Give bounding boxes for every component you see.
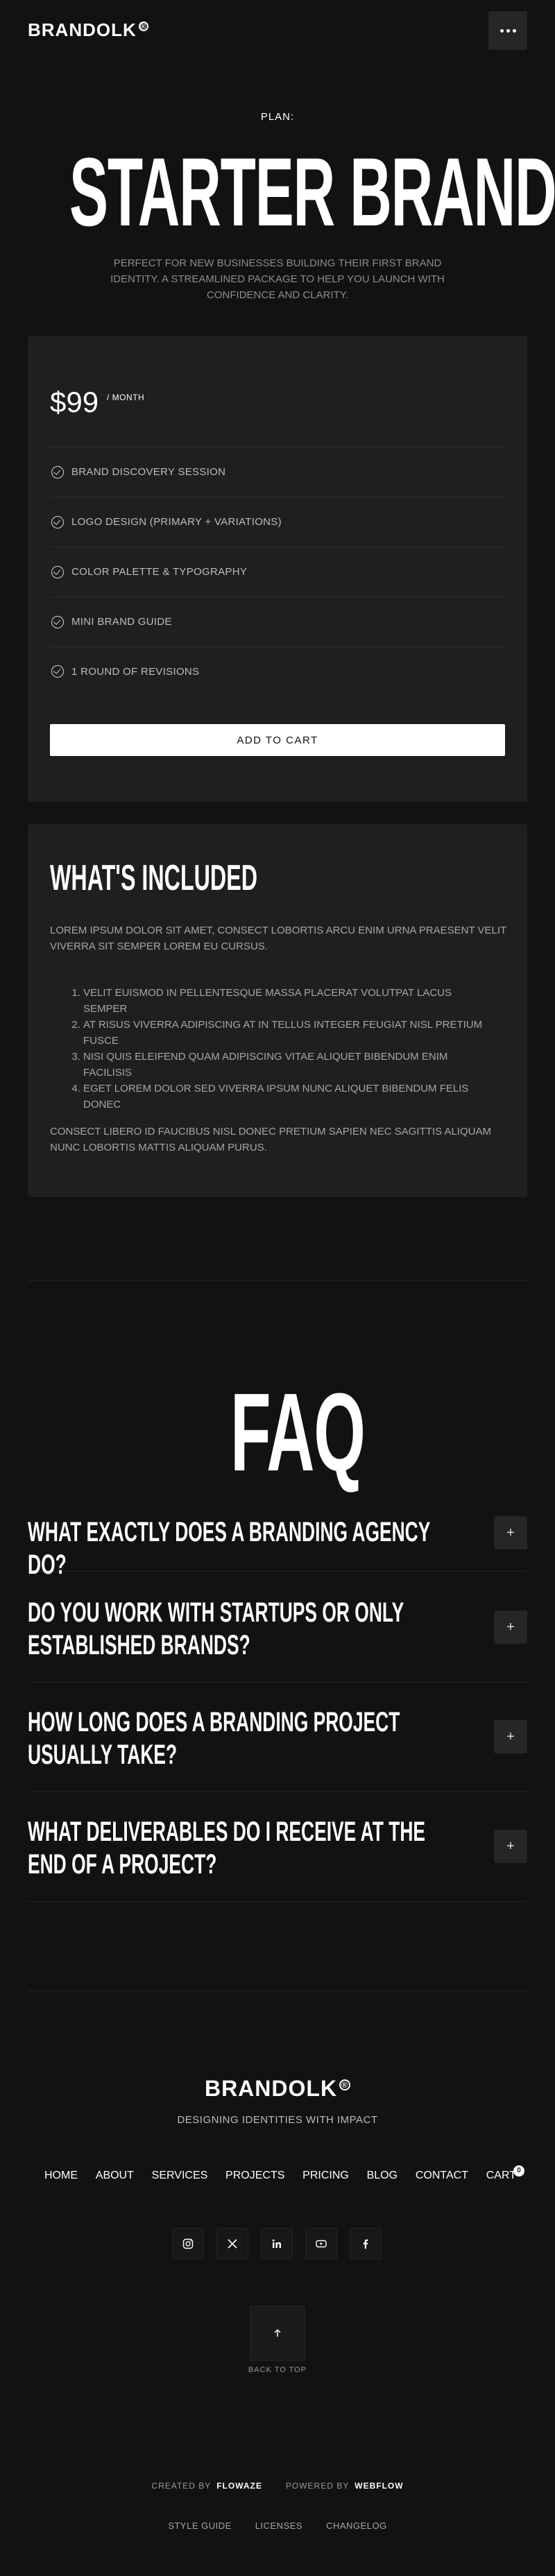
youtube-icon[interactable] [305, 2228, 337, 2260]
list-item: EGET LOREM DOLOR SED VIVERRA IPSUM NUNC … [83, 1081, 498, 1113]
powered-by-label: POWERED BY [285, 2481, 350, 2491]
feature-label: COLOR PALETTE & TYPOGRAPHY [71, 566, 248, 578]
included-list: VELIT EUISMOD IN PELLENTESQUE MASSA PLAC… [68, 985, 498, 1113]
included-outro: CONSECT LIBERO ID FAUCIBUS NISL DONEC PR… [50, 1126, 491, 1153]
footer-tagline: DESIGNING IDENTITIES WITH IMPACT [177, 2114, 378, 2126]
faq-item[interactable]: DO YOU WORK WITH STARTUPS OR ONLY ESTABL… [28, 1572, 527, 1683]
feature-label: 1 ROUND OF REVISIONS [71, 665, 200, 678]
changelog-link[interactable]: CHANGELOG [326, 2521, 387, 2531]
plan-description: PERFECT FOR NEW BUSINESSES BUILDING THEI… [110, 257, 445, 301]
included-intro: LOREM IPSUM DOLOR SIT AMET, CONSECT LOBO… [50, 925, 506, 952]
plus-icon[interactable]: + [494, 1830, 527, 1863]
social-links [172, 2228, 382, 2260]
page-title: STARTER BRAND [69, 137, 555, 246]
nav-about[interactable]: ABOUT [96, 2170, 134, 2182]
check-circle-icon [51, 565, 64, 578]
feature-label: BRAND DISCOVERY SESSION [71, 466, 226, 478]
linkedin-icon[interactable] [261, 2228, 293, 2260]
style-guide-link[interactable]: STYLE GUIDE [168, 2521, 231, 2531]
x-icon[interactable] [216, 2228, 248, 2260]
check-circle-icon [51, 515, 64, 529]
arrow-up-icon [274, 2328, 281, 2337]
add-to-cart-button[interactable]: ADD TO CART [50, 724, 505, 756]
nav-services[interactable]: SERVICES [152, 2170, 208, 2182]
menu-dot [512, 28, 516, 33]
pricing-card: $99 / MONTH BRAND DISCOVERY SESSION LOGO… [28, 336, 527, 802]
check-circle-icon [51, 615, 64, 628]
faq-question: DO YOU WORK WITH STARTUPS OR ONLY ESTABL… [28, 1597, 404, 1660]
check-circle-icon [51, 465, 64, 479]
price-period: / MONTH [107, 393, 145, 402]
nav-pricing[interactable]: PRICING [302, 2170, 349, 2182]
included-title: WHAT'S INCLUDED [50, 858, 257, 898]
more-horizontal-icon [500, 28, 504, 33]
price-value: $99 [50, 386, 99, 418]
feature-item: COLOR PALETTE & TYPOGRAPHY [50, 547, 505, 596]
feature-item: 1 ROUND OF REVISIONS [50, 646, 505, 696]
powered-by: POWERED BY WEBFLOW [286, 2481, 404, 2491]
powered-by-link[interactable]: WEBFLOW [355, 2481, 403, 2491]
created-by-link[interactable]: FLOWAZE [216, 2481, 262, 2491]
feature-item: LOGO DESIGN (PRIMARY + VARIATIONS) [50, 497, 505, 547]
nav-projects[interactable]: PROJECTS [225, 2170, 284, 2182]
feature-item: BRAND DISCOVERY SESSION [50, 447, 505, 497]
footer-nav: HOME ABOUT SERVICES PROJECTS PRICING BLO… [44, 2165, 524, 2182]
legal-links: STYLE GUIDE LICENSES CHANGELOG [0, 2521, 555, 2531]
back-to-top-label: BACK TO TOP [248, 2366, 307, 2374]
faq-item[interactable]: HOW LONG DOES A BRANDING PROJECT USUALLY… [28, 1683, 527, 1792]
instagram-icon[interactable] [172, 2228, 204, 2260]
cart-count-badge: 0 [513, 2165, 524, 2176]
faq-item[interactable]: WHAT EXACTLY DOES A BRANDING AGENCY DO? … [28, 1498, 527, 1580]
created-by-label: CREATED BY [151, 2481, 212, 2491]
list-item: NISI QUIS ELEIFEND QUAM ADIPISCING VITAE… [83, 1049, 498, 1081]
nav-home[interactable]: HOME [44, 2170, 78, 2182]
faq-question: HOW LONG DOES A BRANDING PROJECT USUALLY… [28, 1707, 400, 1770]
nav-cart-label: CART [486, 2170, 516, 2181]
faq-title-wrap: FAQ [0, 1370, 555, 1494]
licenses-link[interactable]: LICENSES [255, 2521, 302, 2531]
faq-item[interactable]: WHAT DELIVERABLES DO I RECEIVE AT THE EN… [28, 1792, 527, 1902]
faq-title: FAQ [230, 1370, 366, 1494]
credits: CREATED BY FLOWAZE POWERED BY WEBFLOW [0, 2481, 555, 2491]
list-item: AT RISUS VIVERRA ADIPISCING AT IN TELLUS… [83, 1017, 498, 1049]
back-to-top-button[interactable] [250, 2305, 305, 2361]
nav-blog[interactable]: BLOG [367, 2170, 398, 2182]
registered-mark: ® [339, 2079, 351, 2091]
check-circle-icon [51, 665, 64, 678]
included-card: WHAT'S INCLUDED LOREM IPSUM DOLOR SIT AM… [28, 824, 527, 1197]
brand-logo[interactable]: BRANDOLK ® [28, 19, 148, 41]
footer-logo[interactable]: BRANDOLK ® [0, 2076, 555, 2102]
feature-label: LOGO DESIGN (PRIMARY + VARIATIONS) [71, 516, 282, 528]
facebook-icon[interactable] [350, 2228, 382, 2260]
section-divider [28, 1280, 527, 1281]
plus-icon[interactable]: + [494, 1611, 527, 1644]
registered-mark: ® [138, 22, 148, 32]
faq-question: WHAT DELIVERABLES DO I RECEIVE AT THE EN… [28, 1817, 426, 1880]
list-item: VELIT EUISMOD IN PELLENTESQUE MASSA PLAC… [83, 985, 498, 1017]
plus-icon[interactable]: + [494, 1516, 527, 1549]
feature-label: MINI BRAND GUIDE [71, 616, 172, 628]
site-header: BRANDOLK ® [0, 0, 555, 61]
plan-label: PLAN: [260, 111, 295, 123]
hero-title-wrap: STARTER BRAND [0, 137, 555, 246]
created-by: CREATED BY FLOWAZE [151, 2481, 262, 2491]
feature-item: MINI BRAND GUIDE [50, 596, 505, 646]
menu-button[interactable] [488, 11, 527, 50]
menu-dot [506, 28, 510, 33]
nav-cart[interactable]: CART 0 [486, 2165, 524, 2182]
plus-icon[interactable]: + [494, 1720, 527, 1753]
nav-contact[interactable]: CONTACT [416, 2170, 468, 2182]
